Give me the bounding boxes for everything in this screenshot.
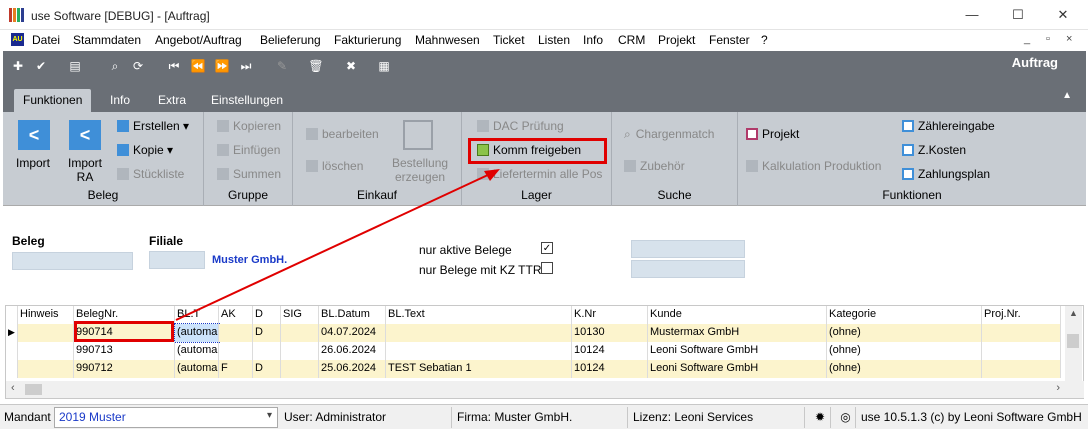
version-info: use 10.5.1.3 (c) by Leoni Software GmbH — [861, 410, 1082, 424]
mandant-select[interactable]: 2019 Muster ▾ — [54, 407, 278, 428]
sun-icon[interactable]: ✹ — [806, 407, 831, 428]
chevron-down-icon[interactable]: ▾ — [267, 410, 272, 421]
user-info: User: Administrator — [280, 407, 452, 428]
mandant-value: 2019 Muster — [59, 410, 126, 424]
status-bar: Mandant 2019 Muster ▾ User: Administrato… — [0, 404, 1088, 429]
lizenz-info: Lizenz: Leoni Services — [629, 407, 805, 428]
network-icon[interactable]: ◎ — [832, 407, 856, 428]
mandant-label: Mandant — [4, 410, 51, 424]
firma-info: Firma: Muster GmbH. — [453, 407, 628, 428]
annotation-arrow — [175, 169, 500, 321]
